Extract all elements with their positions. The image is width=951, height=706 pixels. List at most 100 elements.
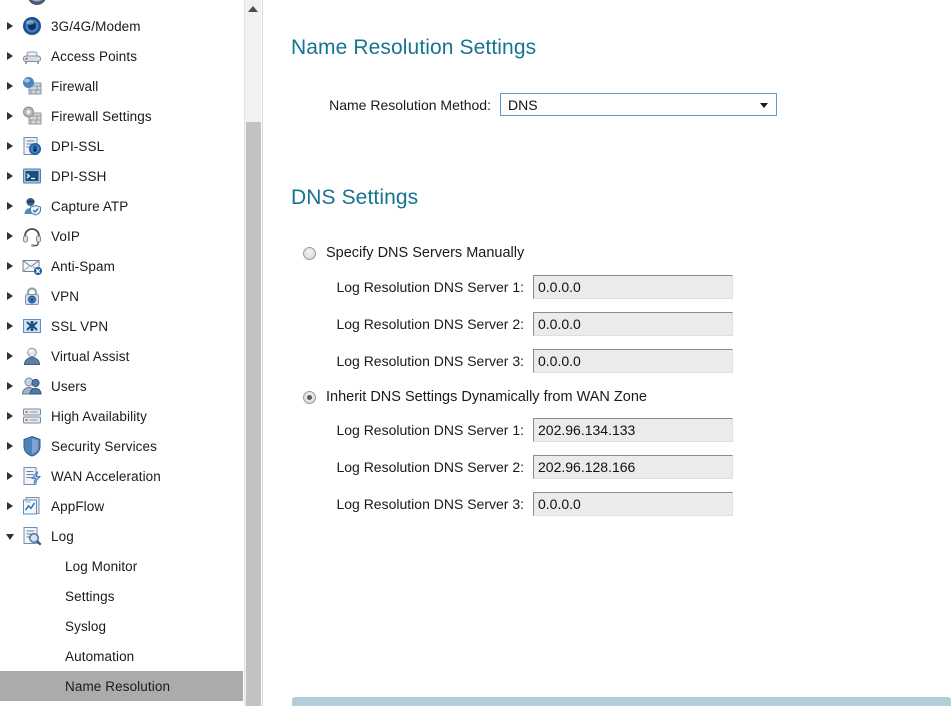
dns-server-3-input[interactable]: 0.0.0.0 [533, 349, 733, 373]
chevron-right-icon[interactable] [0, 232, 18, 240]
dns-server-1-input[interactable]: 202.96.134.133 [533, 418, 733, 442]
voip-headset-icon [21, 225, 43, 247]
scroll-up-arrow-icon[interactable] [245, 0, 261, 17]
dns-server-3-value: 0.0.0.0 [538, 353, 581, 369]
sidebar-subitem-label: Automation [65, 648, 135, 664]
sidebar-item-label: AppFlow [51, 498, 105, 514]
inherit-dns-wan-option[interactable]: Inherit DNS Settings Dynamically from WA… [303, 389, 647, 405]
sidebar-item-label: Users [51, 378, 87, 394]
dns-server-2-input[interactable]: 202.96.128.166 [533, 455, 733, 479]
firewall-settings-icon [21, 105, 43, 127]
log-magnifier-icon [21, 525, 43, 547]
sidebar-item-label: 3G/4G/Modem [51, 18, 141, 34]
radio-inherit-dns-wan[interactable] [303, 390, 316, 404]
wan-acceleration-icon [21, 465, 43, 487]
chevron-right-icon[interactable] [0, 202, 18, 210]
dns-server-1-input[interactable]: 0.0.0.0 [533, 275, 733, 299]
name-resolution-method-select[interactable]: DNS [500, 93, 777, 116]
chevron-right-icon[interactable] [0, 142, 18, 150]
dns-server-1-value: 202.96.134.133 [538, 422, 636, 438]
sidebar-item-label: VPN [51, 288, 80, 304]
main-content: Name Resolution Settings Name Resolution… [263, 0, 951, 706]
sidebar-item-virtual-assist[interactable]: Virtual Assist [0, 341, 243, 371]
sidebar-item-dpi-ssl[interactable]: DPI-SSL [0, 131, 243, 161]
chevron-right-icon[interactable] [0, 412, 18, 420]
dpi-ssh-terminal-icon [21, 165, 43, 187]
chevron-right-icon[interactable] [0, 352, 18, 360]
sidebar-item-label: DPI-SSL [51, 138, 105, 154]
sidebar-item-security-services[interactable]: Security Services [0, 431, 243, 461]
virtual-assist-user-icon [21, 345, 43, 367]
sidebar-item-ssl-vpn[interactable]: SSL VPN [0, 311, 243, 341]
app-window: 3G/4G/Modem Access Points Firewall Firewall… [0, 0, 951, 706]
security-shield-icon [21, 435, 43, 457]
sidebar-item-anti-spam[interactable]: Anti-Spam [0, 251, 243, 281]
chevron-right-icon[interactable] [0, 52, 18, 60]
sidebar-item-label: Anti-Spam [51, 258, 115, 274]
chevron-right-icon[interactable] [0, 442, 18, 450]
specify-dns-manually-label: Specify DNS Servers Manually [326, 245, 525, 261]
sidebar-item-firewall-settings[interactable]: Firewall Settings [0, 101, 243, 131]
high-availability-server-icon [21, 405, 43, 427]
sidebar-subitem-label: Log Monitor [65, 558, 138, 574]
sidebar-item-label: VoIP [51, 228, 80, 244]
sidebar-subitem-label: Syslog [65, 618, 107, 634]
sidebar-item-label: High Availability [51, 408, 148, 424]
sidebar-item-vpn[interactable]: VPN [0, 281, 243, 311]
name-resolution-method-label: Name Resolution Method: [329, 96, 491, 113]
sidebar-item-log[interactable]: Log [0, 521, 243, 551]
scrollbar-thumb[interactable] [246, 122, 261, 706]
sidebar-subitem-label: Name Resolution [65, 678, 171, 694]
sidebar-item-wan-acceleration[interactable]: WAN Acceleration [0, 461, 243, 491]
name-resolution-method-row: Name Resolution Method: DNS [291, 93, 777, 116]
dns-server-2-input[interactable]: 0.0.0.0 [533, 312, 733, 336]
sidebar-item-users[interactable]: Users [0, 371, 243, 401]
chevron-right-icon[interactable] [0, 262, 18, 270]
chevron-right-icon[interactable] [0, 292, 18, 300]
chevron-right-icon[interactable] [0, 82, 18, 90]
dns-server-label: Log Resolution DNS Server 1: [336, 279, 524, 295]
chevron-down-icon[interactable] [0, 533, 18, 540]
chevron-right-icon[interactable] [0, 22, 18, 30]
dpi-ssl-lock-icon [21, 135, 43, 157]
sidebar-item-capture-atp[interactable]: Capture ATP [0, 191, 243, 221]
sidebar-item-label: Security Services [51, 438, 157, 454]
anti-spam-envelope-icon [21, 255, 43, 277]
sidebar-item-label: Firewall Settings [51, 108, 152, 124]
chevron-right-icon[interactable] [0, 112, 18, 120]
dns-server-3-input[interactable]: 0.0.0.0 [533, 492, 733, 516]
sidebar-item-firewall[interactable]: Firewall [0, 71, 243, 101]
dns-server-2-value: 0.0.0.0 [538, 316, 581, 332]
sidebar-subitem-automation[interactable]: Automation [0, 641, 243, 671]
radio-specify-dns-manually[interactable] [303, 246, 316, 260]
sidebar-subitem-settings[interactable]: Settings [0, 581, 243, 611]
sidebar-item-label: WAN Acceleration [51, 468, 161, 484]
inherit-servers-row-1: Log Resolution DNS Server 1: 202.96.134.1… [309, 418, 733, 442]
sidebar-item-dpi-ssh[interactable]: DPI-SSH [0, 161, 243, 191]
sidebar-item-label: Access Points [51, 48, 138, 64]
modem-globe-icon [21, 15, 43, 37]
chevron-right-icon[interactable] [0, 472, 18, 480]
sidebar-subitem-syslog[interactable]: Syslog [0, 611, 243, 641]
sidebar-item-appflow[interactable]: AppFlow [0, 491, 243, 521]
chevron-right-icon[interactable] [0, 172, 18, 180]
sidebar-scrollbar[interactable] [244, 0, 261, 706]
users-icon [21, 375, 43, 397]
sidebar-item-access-points[interactable]: Access Points [0, 41, 243, 71]
chevron-right-icon[interactable] [0, 382, 18, 390]
inherit-servers-row-2: Log Resolution DNS Server 2: 202.96.128.1… [309, 455, 733, 479]
sidebar-item-label: SSL VPN [51, 318, 109, 334]
chevron-right-icon[interactable] [0, 322, 18, 330]
inherit-servers-row-3: Log Resolution DNS Server 3: 0.0.0.0 [309, 492, 733, 516]
chevron-right-icon[interactable] [0, 502, 18, 510]
sidebar-subitem-name-resolution[interactable]: Name Resolution [0, 671, 243, 701]
specify-dns-manually-option[interactable]: Specify DNS Servers Manually [303, 245, 524, 261]
ssl-vpn-icon [21, 315, 43, 337]
sidebar-item-high-availability[interactable]: High Availability [0, 401, 243, 431]
page-title: Name Resolution Settings [291, 36, 537, 59]
inherit-dns-wan-label: Inherit DNS Settings Dynamically from WA… [326, 389, 647, 405]
chevron-down-icon [760, 102, 768, 108]
sidebar-item-voip[interactable]: VoIP [0, 221, 243, 251]
sidebar-subitem-log-monitor[interactable]: Log Monitor [0, 551, 243, 581]
sidebar-item-3g-4g-modem[interactable]: 3G/4G/Modem [0, 11, 243, 41]
